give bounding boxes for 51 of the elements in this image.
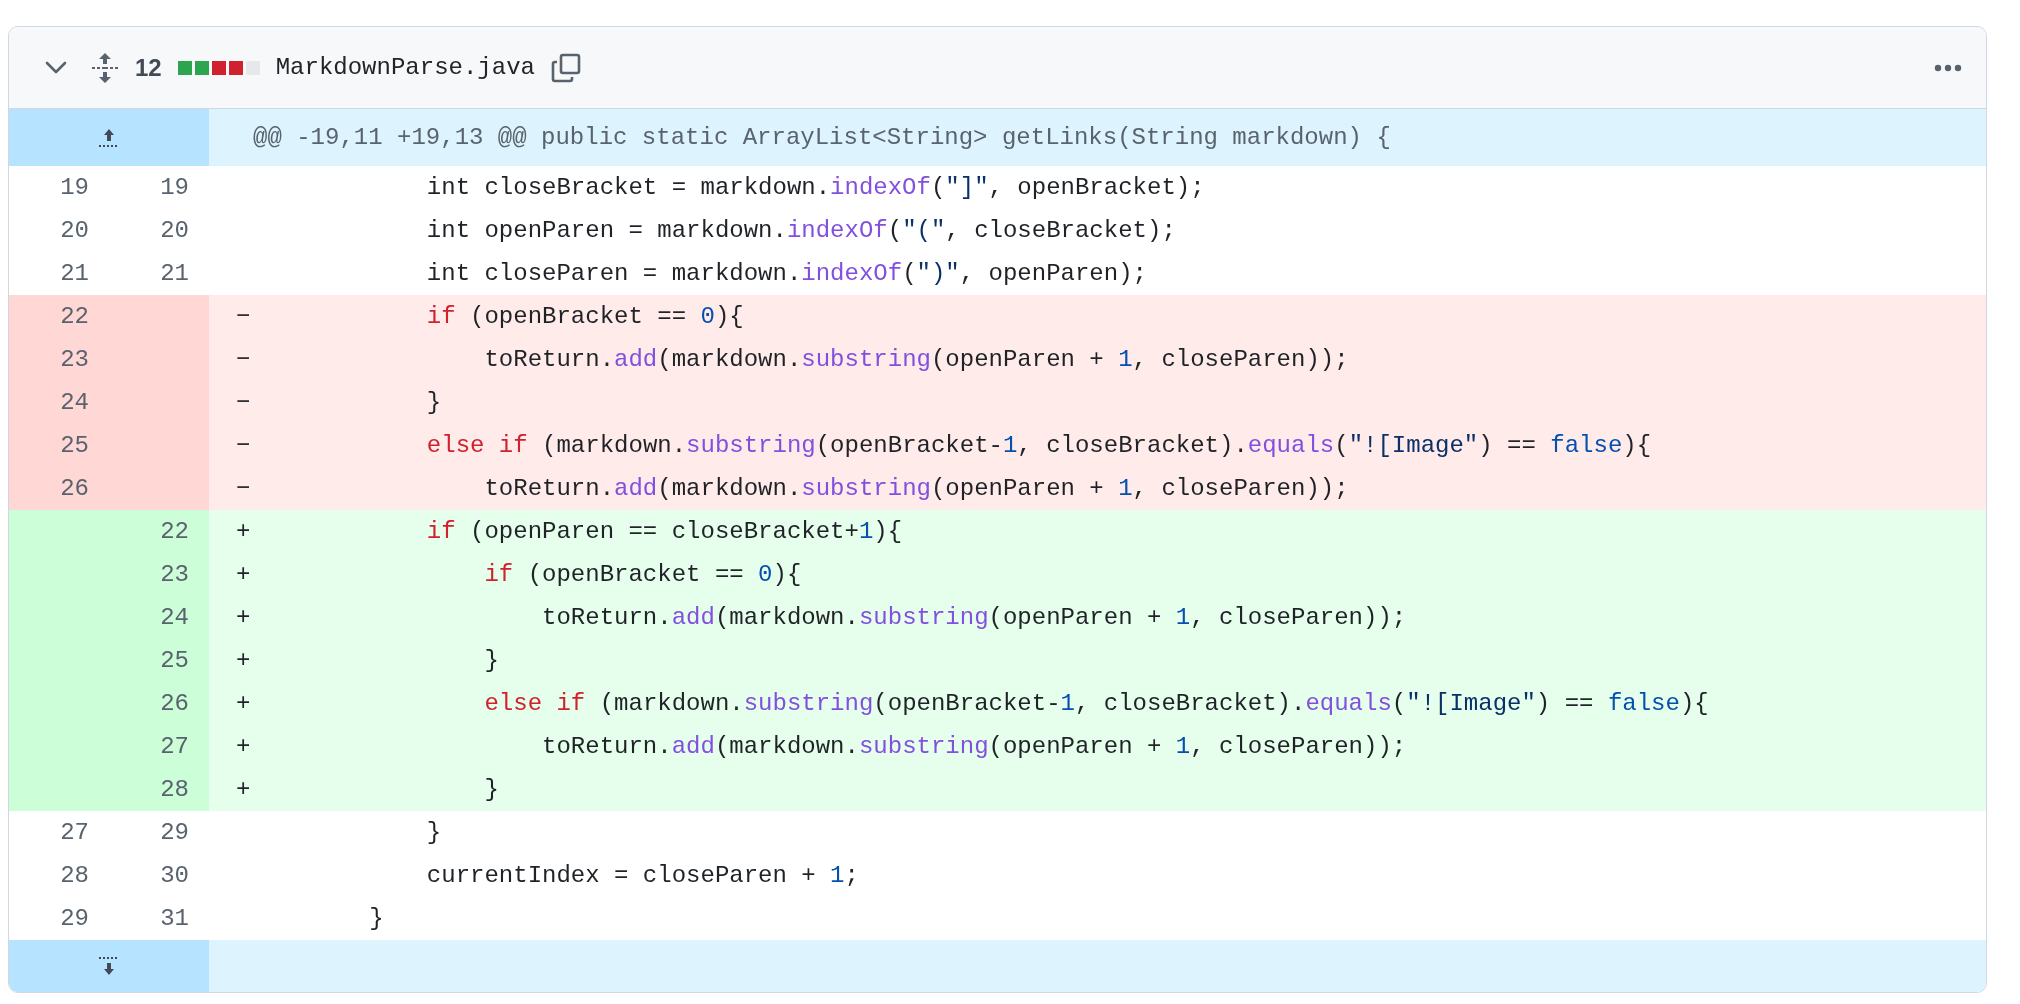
line-number: 27 (109, 725, 209, 768)
line-number: 25 (109, 639, 209, 682)
hunk-header: @@ -19,11 +19,13 @@ public static ArrayList<String> getLinks(String markdown) { (252, 123, 1391, 153)
code-line: } (483, 646, 499, 676)
code-line: } (483, 775, 499, 805)
expand-icon[interactable] (91, 51, 119, 84)
diff-sign: + (236, 690, 251, 717)
code-line: toReturn.add(markdown.substring(openParen + 1, closeParen)); (483, 474, 1349, 504)
diff-sign: + (236, 733, 251, 760)
line-number: 22 (109, 510, 209, 553)
line-number: 26 (9, 467, 109, 510)
arrow-up-icon (98, 127, 120, 148)
line-number: 26 (109, 682, 209, 725)
code-line: } (425, 818, 442, 848)
line-number: 28 (109, 768, 209, 811)
line-number: 23 (109, 553, 209, 596)
code-line: toReturn.add(markdown.substring(openParen + 1, closeParen)); (541, 732, 1407, 762)
line-number: 24 (9, 381, 109, 424)
line-number: 25 (9, 424, 109, 467)
code-line: toReturn.add(markdown.substring(openParen + 1, closeParen)); (483, 345, 1349, 375)
more-options-icon[interactable] (1934, 63, 1962, 72)
code-line: else if (markdown.substring(openBracket-1, closeBracket).equals("![Image") == false){ (483, 689, 1709, 719)
diff-sign: − (236, 346, 251, 373)
copy-icon[interactable] (550, 52, 581, 83)
chevron-down-icon[interactable] (45, 60, 67, 75)
diff-sign: − (236, 475, 251, 502)
code-line: int closeParen = markdown.indexOf(")", openParen); (425, 259, 1147, 289)
line-number: 22 (9, 295, 109, 338)
code-line: int openParen = markdown.indexOf("(", closeBracket); (425, 216, 1176, 246)
diff-sign: − (236, 303, 251, 330)
diff-sign: + (236, 561, 251, 588)
code-line: int closeBracket = markdown.indexOf("]", openBracket); (425, 173, 1205, 203)
diff-sign: + (236, 647, 251, 674)
code-line: else if (markdown.substring(openBracket-1, closeBracket).equals("![Image") == false){ (425, 431, 1652, 461)
diff-sign: − (236, 389, 251, 416)
code-line: if (openBracket == 0){ (483, 560, 802, 590)
diff-sign: + (236, 518, 251, 545)
code-line: } (425, 388, 442, 418)
code-line: currentIndex = closeParen + 1; (425, 861, 859, 891)
file-name: MarkdownParse.java (275, 52, 535, 83)
diff-sign: + (236, 776, 251, 803)
code-line: if (openBracket == 0){ (425, 302, 744, 332)
diff-sign: − (236, 432, 251, 459)
change-count: 12 (135, 52, 162, 83)
line-number: 24 (109, 596, 209, 639)
code-line: toReturn.add(markdown.substring(openParen + 1, closeParen)); (541, 603, 1407, 633)
code-line: } (368, 904, 384, 934)
line-number: 23 (9, 338, 109, 381)
diff-sign: + (236, 604, 251, 631)
code-line: if (openParen == closeBracket+1){ (425, 517, 903, 547)
arrow-down-icon (98, 956, 120, 976)
